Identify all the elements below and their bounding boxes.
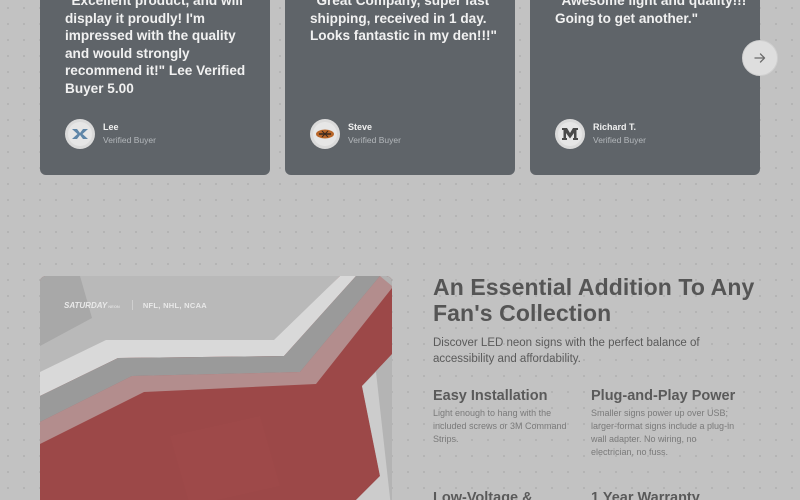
feature-title: An Essential Addition To Any Fan's Colle… — [433, 274, 755, 326]
feature-heading: Low-Voltage & — [433, 490, 533, 500]
feature-easy-installation: Easy Installation Light enough to hang w… — [433, 388, 583, 446]
hero-header: SATURDAYNEON NFL, NHL, NCAA — [64, 300, 207, 310]
testimonial-card: "Awesome light and quality!!! Going to g… — [530, 0, 760, 175]
osu-logo-icon — [310, 119, 340, 149]
feature-heading: 1 Year Warranty — [591, 490, 700, 500]
feature-low-voltage: Low-Voltage & — [433, 490, 583, 500]
brand-logo: SATURDAYNEON — [64, 300, 120, 310]
testimonial-quote: "Awesome light and quality!!! Going to g… — [555, 0, 747, 26]
arrow-right-icon — [754, 53, 766, 63]
testimonials-carousel: "Excellent product, and will display it … — [0, 0, 800, 180]
reviewer: Lee Verified Buyer — [65, 119, 156, 149]
reviewer: Richard T. Verified Buyer — [555, 119, 646, 149]
feature-plug-and-play: Plug-and-Play Power Smaller signs power … — [591, 388, 741, 459]
hero-leagues: NFL, NHL, NCAA — [142, 300, 208, 310]
testimonial-quote: "Excellent product, and will display it … — [65, 0, 246, 96]
feature-subtitle: Discover LED neon signs with the perfect… — [433, 337, 700, 365]
reviewer-status: Verified Buyer — [348, 135, 401, 145]
reviewer: Steve Verified Buyer — [310, 119, 401, 149]
unc-logo-icon — [65, 119, 95, 149]
michigan-logo-icon — [555, 119, 585, 149]
reviewer-status: Verified Buyer — [593, 135, 646, 145]
testimonial-card: "Great Company, super fast shipping, rec… — [285, 0, 515, 175]
feature-warranty: 1 Year Warranty — [591, 490, 741, 500]
feature-body: Smaller signs power up over USB; larger-… — [591, 408, 735, 457]
feature-heading: Easy Installation — [433, 388, 548, 404]
testimonial-card: "Excellent product, and will display it … — [40, 0, 270, 175]
hero-divider — [131, 300, 133, 310]
carousel-next-button[interactable] — [742, 40, 778, 76]
feature-heading: Plug-and-Play Power — [591, 388, 736, 404]
reviewer-status: Verified Buyer — [103, 135, 156, 145]
hero-product-image: SATURDAYNEON NFL, NHL, NCAA — [40, 276, 392, 500]
reviewer-name: Lee — [103, 122, 119, 132]
testimonial-quote: "Great Company, super fast shipping, rec… — [310, 0, 497, 44]
reviewer-name: Steve — [348, 122, 373, 132]
feature-body: Light enough to hang with the included s… — [433, 408, 567, 444]
reviewer-name: Richard T. — [593, 122, 637, 132]
